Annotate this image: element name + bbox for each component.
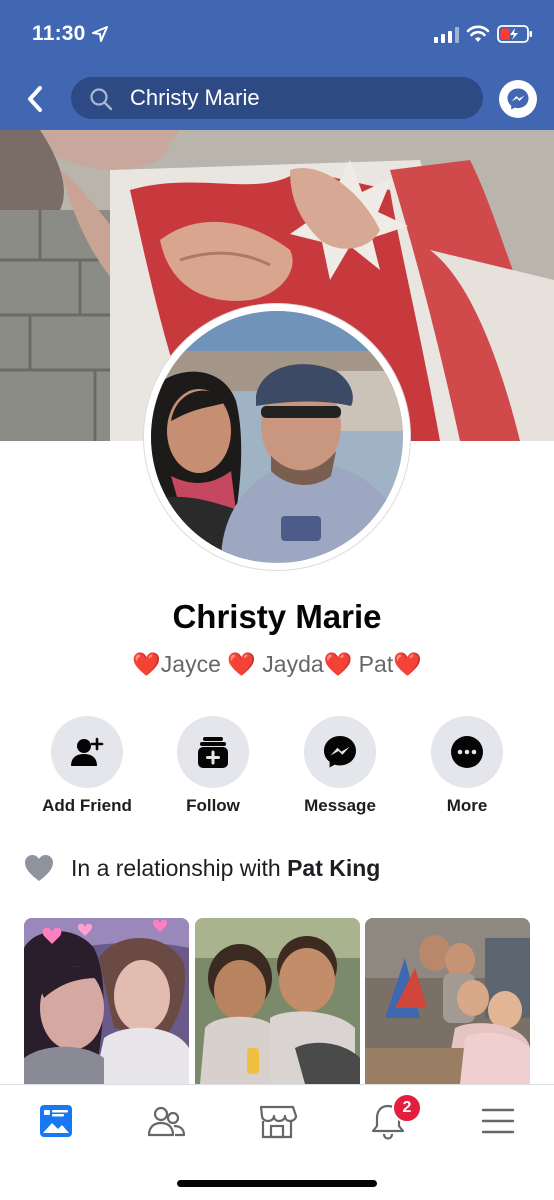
photo-image xyxy=(365,918,530,1084)
add-friend-button[interactable]: Add Friend xyxy=(27,716,147,816)
profile-name: Christy Marie xyxy=(172,598,382,635)
avatar xyxy=(151,311,403,563)
messenger-icon xyxy=(324,736,356,768)
add-friend-icon xyxy=(71,737,104,766)
follow-chip xyxy=(177,716,249,788)
nav-menu[interactable] xyxy=(468,1099,528,1143)
status-time: 11:30 xyxy=(32,22,86,45)
chevron-left-icon xyxy=(28,86,42,112)
nav-friends[interactable] xyxy=(136,1099,196,1143)
photo-image xyxy=(24,918,189,1084)
more-label: More xyxy=(446,796,488,815)
relationship-text: In a relationship with Pat King xyxy=(71,855,380,882)
app-header: 11:30 Christy Marie xyxy=(0,0,554,130)
notifications-badge: 2 xyxy=(392,1093,422,1123)
avatar-image xyxy=(151,311,403,563)
profile-feed-icon xyxy=(40,1105,72,1137)
more-button[interactable]: More xyxy=(407,716,527,816)
relationship-status: In a relationship with Pat King xyxy=(24,852,524,886)
bottom-navigation: 2 xyxy=(0,1084,554,1200)
messenger-icon xyxy=(507,88,529,110)
more-icon xyxy=(451,736,483,768)
follow-icon xyxy=(198,737,228,768)
add-friend-chip xyxy=(51,716,123,788)
message-chip xyxy=(304,716,376,788)
photo-image xyxy=(195,918,360,1084)
follow-label: Follow xyxy=(186,796,240,815)
nav-marketplace[interactable] xyxy=(247,1099,307,1143)
message-label: Message xyxy=(304,796,376,815)
messenger-button[interactable] xyxy=(499,80,537,118)
nav-profile-feed[interactable] xyxy=(26,1099,86,1143)
friends-icon xyxy=(147,1106,186,1137)
battery-charging-icon xyxy=(497,25,532,43)
heart-icon xyxy=(25,855,53,881)
add-friend-label: Add Friend xyxy=(42,796,132,815)
search-icon xyxy=(90,88,113,111)
search-input[interactable]: Christy Marie xyxy=(71,77,483,119)
relationship-prefix: In a relationship with xyxy=(71,855,288,881)
back-button[interactable] xyxy=(22,82,50,116)
search-input-value: Christy Marie xyxy=(130,85,260,110)
menu-icon xyxy=(481,1108,515,1134)
wifi-icon xyxy=(466,25,490,42)
message-button[interactable]: Message xyxy=(280,716,400,816)
profile-picture[interactable] xyxy=(143,303,411,571)
photo-thumbnail[interactable] xyxy=(365,918,530,1084)
profile-bio: ❤️Jayce ❤️ Jayda❤️ Pat❤️ xyxy=(132,651,422,677)
location-arrow-icon xyxy=(92,26,108,42)
more-chip xyxy=(431,716,503,788)
status-bar: 11:30 xyxy=(0,0,554,66)
photo-thumbnail[interactable] xyxy=(195,918,360,1084)
marketplace-icon xyxy=(259,1105,298,1139)
follow-button[interactable]: Follow xyxy=(153,716,273,816)
photo-thumbnail[interactable] xyxy=(24,918,189,1084)
relationship-partner-link[interactable]: Pat King xyxy=(287,855,380,881)
home-indicator[interactable] xyxy=(177,1180,377,1187)
cellular-signal-icon xyxy=(434,27,459,43)
